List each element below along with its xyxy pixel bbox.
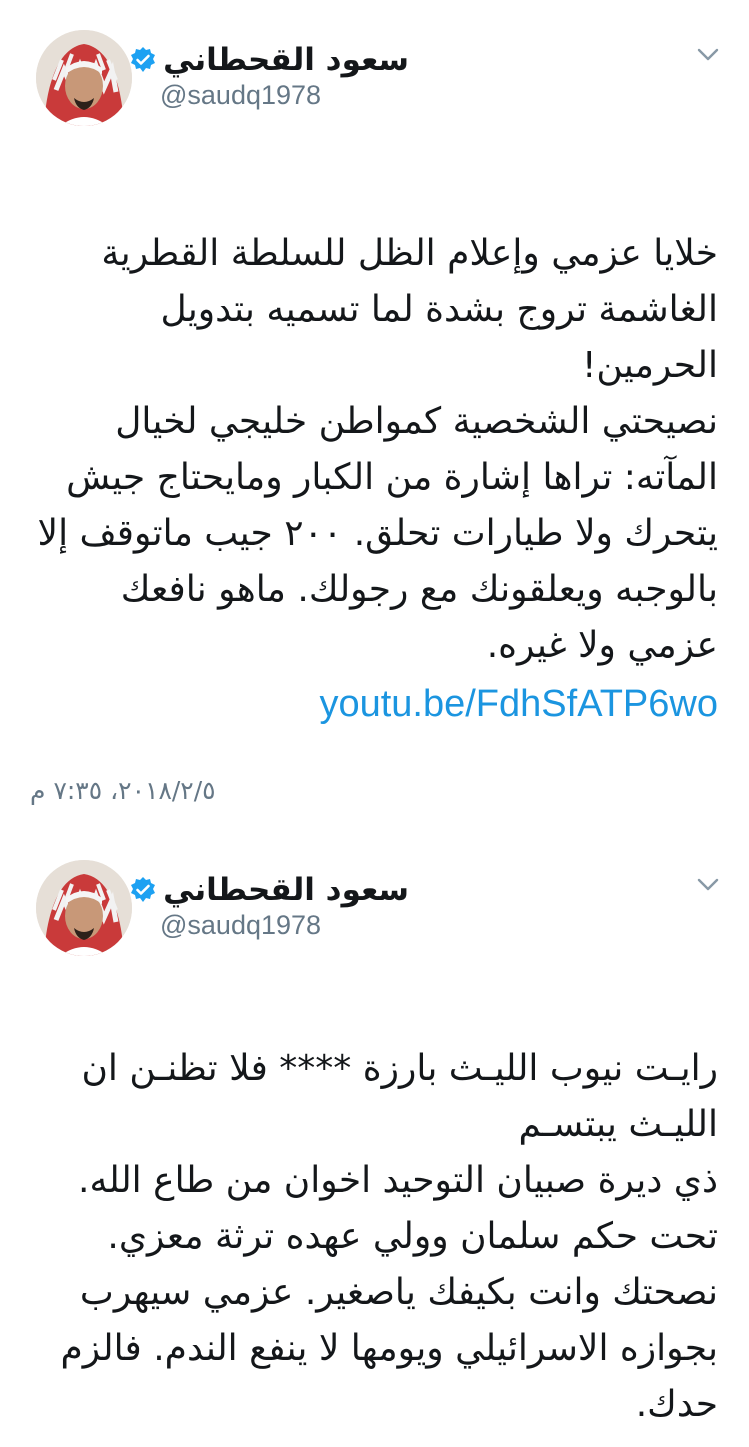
tweet-timestamp[interactable]: ٢٠١٨/٢/٥، ٧:٣٥ م <box>30 776 216 805</box>
author-name[interactable]: سعود القحطاني <box>163 872 409 908</box>
tweet: سعود القحطاني @saudq1978 رايـت نيوب اللي… <box>0 830 749 1447</box>
author-handle[interactable]: @saudq1978 <box>160 910 321 941</box>
author-name-row: سعود القحطاني <box>129 40 409 80</box>
avatar-image <box>36 30 132 126</box>
tweet-link[interactable]: youtu.be/FdhSfATP6wo <box>30 676 718 732</box>
avatar-image <box>36 860 132 956</box>
tweet-text: رايـت نيوب الليـث بارزة **** فلا تظنـن ا… <box>30 985 718 1433</box>
tweet-text-content: خلايا عزمي وإعلام الظل للسلطة القطرية ال… <box>37 233 718 666</box>
verified-badge-icon <box>129 876 157 904</box>
avatar[interactable] <box>36 860 132 956</box>
avatar[interactable] <box>36 30 132 126</box>
tweet-text-content: رايـت نيوب الليـث بارزة **** فلا تظنـن ا… <box>60 1048 718 1425</box>
author-handle[interactable]: @saudq1978 <box>160 80 321 111</box>
tweet-header: سعود القحطاني @saudq1978 <box>0 830 749 960</box>
tweet-header: سعود القحطاني @saudq1978 <box>0 0 749 130</box>
author-name-row: سعود القحطاني <box>129 870 409 910</box>
tweet-text: خلايا عزمي وإعلام الظل للسلطة القطرية ال… <box>30 170 718 788</box>
chevron-down-icon[interactable] <box>697 48 719 62</box>
verified-badge-icon <box>129 46 157 74</box>
tweet: سعود القحطاني @saudq1978 خلايا عزمي وإعل… <box>0 0 749 830</box>
author-name[interactable]: سعود القحطاني <box>163 42 409 78</box>
chevron-down-icon[interactable] <box>697 878 719 892</box>
